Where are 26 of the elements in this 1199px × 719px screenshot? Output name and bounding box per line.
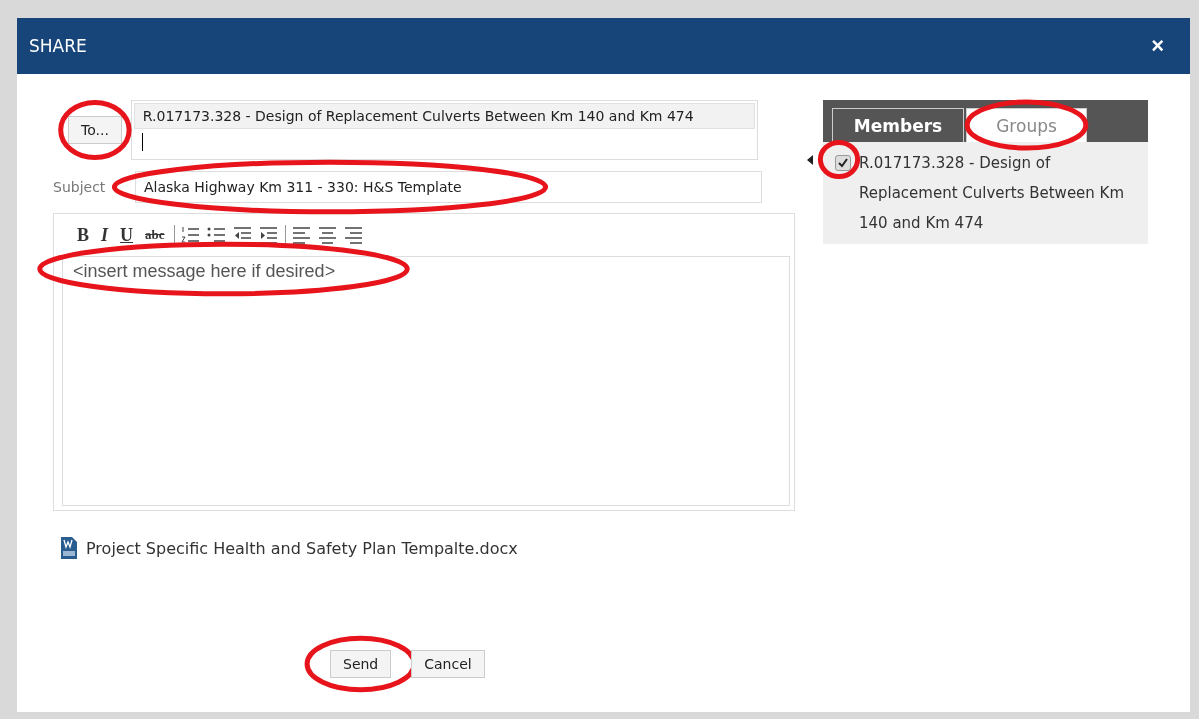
align-left-icon[interactable] bbox=[291, 225, 312, 245]
panel-tab[interactable]: Members bbox=[832, 108, 964, 142]
italic-button[interactable]: I bbox=[98, 224, 112, 246]
indent-icon[interactable] bbox=[258, 225, 279, 245]
recipients-field[interactable]: R.017173.328 - Design of Replacement Culverts Between Km 140 and Km 474 bbox=[130, 100, 758, 160]
dialog-button[interactable]: Send bbox=[330, 650, 392, 678]
underline-button[interactable]: U bbox=[117, 224, 137, 246]
bold-button[interactable]: B bbox=[74, 224, 92, 246]
recipient-chip[interactable]: R.017173.328 - Design of Replacement Culverts Between Km 140 and Km 474 bbox=[133, 103, 755, 129]
ordered-list-icon[interactable] bbox=[180, 225, 201, 245]
word-document-icon bbox=[60, 536, 78, 560]
checkbox[interactable] bbox=[835, 155, 851, 171]
collapse-arrow-icon[interactable] bbox=[807, 155, 813, 165]
bullet-list-icon[interactable] bbox=[206, 225, 227, 245]
strike-button[interactable]: abc bbox=[142, 227, 168, 243]
close-button[interactable]: × bbox=[1151, 33, 1164, 59]
attachment-name[interactable]: Project Specific Health and Safety Plan Tempalte.docx bbox=[86, 538, 518, 558]
align-center-icon[interactable] bbox=[317, 225, 338, 245]
message-field[interactable]: <insert message here if desired> bbox=[62, 256, 790, 506]
group-name: R.017173.328 - Design of Replacement Culverts Between Km 140 and Km 474 bbox=[859, 153, 1126, 234]
dialog-title: SHARE bbox=[29, 36, 87, 56]
align-right-icon[interactable] bbox=[343, 225, 364, 245]
dialog-button[interactable]: Cancel bbox=[411, 650, 485, 678]
subject-label: Subject bbox=[53, 179, 107, 195]
to-button[interactable]: To... bbox=[68, 116, 122, 144]
subject-field[interactable]: Alaska Highway Km 311 - 330: H&S Template bbox=[135, 171, 762, 203]
